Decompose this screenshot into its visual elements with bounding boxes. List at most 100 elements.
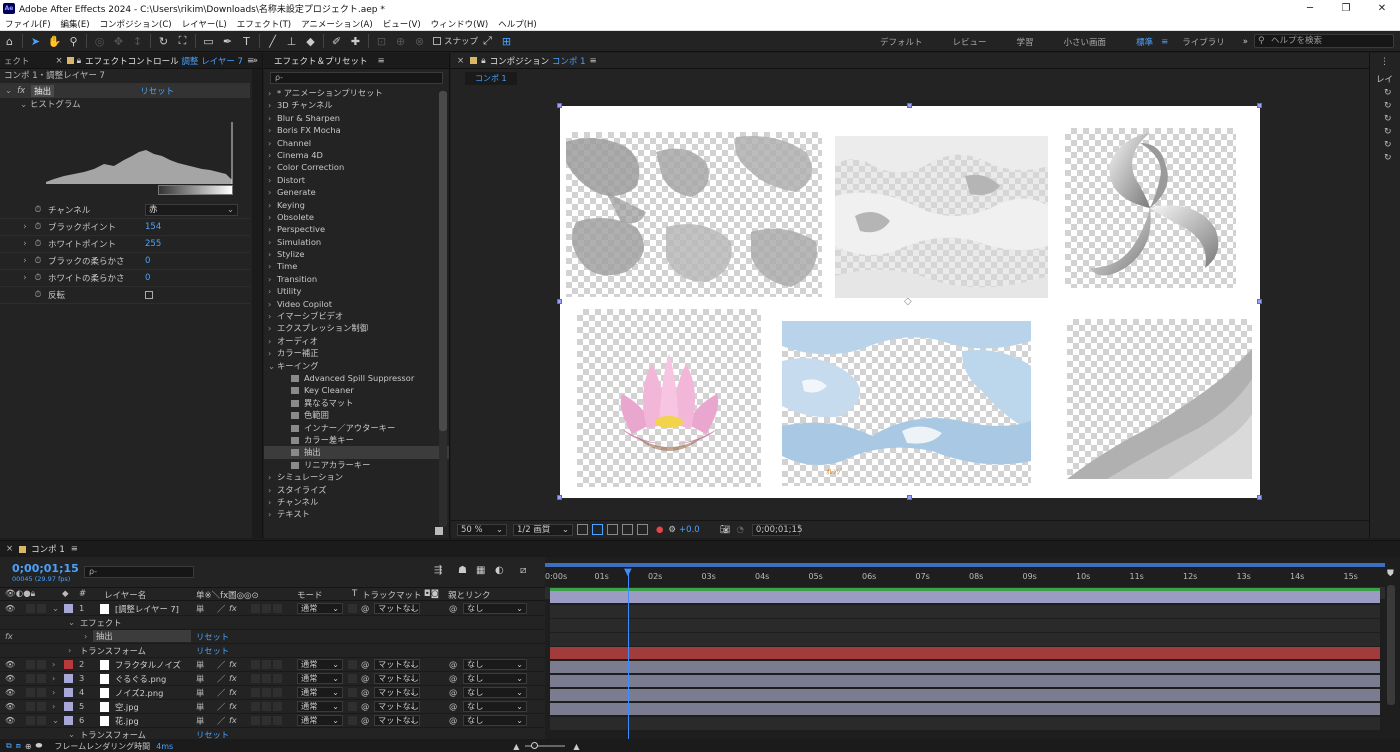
layer-swirl-image[interactable]: [1065, 128, 1236, 288]
selection-tool-icon[interactable]: ➤: [26, 32, 45, 51]
label-color-swatch[interactable]: [64, 660, 73, 669]
layer-name[interactable]: 空.jpg: [115, 701, 139, 713]
chevron-down-icon[interactable]: ⌄: [68, 617, 75, 627]
chevron-right-icon[interactable]: ›: [52, 673, 55, 683]
white-softness-value[interactable]: 0: [145, 273, 150, 283]
shy-switch-icon[interactable]: 単: [196, 603, 204, 615]
loop-icons[interactable]: ↻ ↻ ↻ ↻ ↻ ↻: [1384, 87, 1392, 165]
brush-tool-icon[interactable]: ╱: [263, 32, 282, 51]
timeline-tracks[interactable]: 0:00s 01s 02s 03s 04s 05s 06s 07s 08s 09s 10s 11s 12…: [545, 557, 1400, 752]
effects-category[interactable]: › Perspective: [268, 223, 449, 235]
shy-switch-icon[interactable]: 単: [196, 659, 204, 671]
reset-link[interactable]: リセット: [196, 631, 229, 643]
parent-pickwhip-icon[interactable]: @: [449, 673, 457, 683]
toggle-inout-icon[interactable]: ⊕: [25, 742, 32, 751]
effects-category[interactable]: › * アニメーションプリセット: [268, 87, 449, 99]
3d-switch[interactable]: [273, 660, 282, 669]
effects-category[interactable]: › テキスト: [268, 508, 449, 520]
tab-timeline-comp[interactable]: コンポ 1: [31, 543, 65, 555]
effects-category[interactable]: › カラー補正: [268, 347, 449, 359]
timeline-timecode[interactable]: 0;00;01;15: [12, 562, 79, 575]
stopwatch-icon[interactable]: ⏱︎: [32, 273, 44, 283]
effects-category[interactable]: › エクスプレッション制御: [268, 322, 449, 334]
layer-row[interactable]: 👁︎ ⌄ 1 [調整レイヤー 7] 単 ／ fx 通常 ⌄ @ マットなし ⌄ @ …: [0, 602, 545, 616]
effects-category[interactable]: › Distort: [268, 174, 449, 186]
expand-chevron-icon[interactable]: ›: [18, 222, 32, 232]
chevron-right-icon[interactable]: ›: [52, 701, 55, 711]
resolution-select[interactable]: 1/2 画質 ⌄: [513, 523, 573, 536]
timeline-end-icon[interactable]: ⛊: [1387, 569, 1394, 579]
new-folder-icon[interactable]: [435, 527, 443, 535]
layer-name[interactable]: [調整レイヤー 7]: [115, 603, 179, 615]
transform-handle[interactable]: [1257, 495, 1262, 500]
parent-select[interactable]: なし ⌄: [463, 659, 527, 670]
effects-category[interactable]: › Color Correction: [268, 161, 449, 173]
anchor-tool-icon[interactable]: ⛶: [173, 32, 192, 51]
parent-select[interactable]: なし ⌄: [463, 687, 527, 698]
workspace-learn[interactable]: 学習: [1017, 36, 1034, 48]
effect-item[interactable]: リニアカラーキー: [268, 459, 449, 471]
close-tab-icon[interactable]: ×: [6, 544, 13, 554]
motion-blur-switch[interactable]: [251, 604, 260, 613]
transform-handle[interactable]: [557, 495, 562, 500]
motion-blur-switch[interactable]: [251, 716, 260, 725]
eye-icon[interactable]: 👁︎: [5, 716, 15, 725]
layer-row[interactable]: 👁︎ › 4 ノイズ2.png 単 ／ fx 通常 ⌄ @ マットなし ⌄ @ なし…: [0, 686, 545, 700]
effects-category[interactable]: › 3D チャンネル: [268, 99, 449, 111]
audio-toggle[interactable]: [26, 688, 35, 697]
preserve-transparency-toggle[interactable]: [348, 716, 357, 725]
fx-switch-icon[interactable]: fx: [229, 687, 237, 697]
chevron-down-icon[interactable]: ⌄: [52, 603, 59, 613]
transparency-grid-icon[interactable]: [592, 524, 603, 535]
effect-row[interactable]: fx › 抽出 リセット: [0, 630, 545, 644]
composition-viewer[interactable]: ｵﾚﾝｼﾞ ◇: [451, 89, 1369, 518]
adjustment-switch[interactable]: [262, 702, 271, 711]
parent-select[interactable]: なし ⌄: [463, 673, 527, 684]
menu-layer[interactable]: レイヤー(L): [182, 18, 227, 30]
tab-effects-left[interactable]: ェクト: [0, 55, 34, 67]
effects-category-expanded[interactable]: ⌄ キーイング: [268, 360, 449, 372]
composition-canvas[interactable]: ｵﾚﾝｼﾞ ◇: [557, 103, 1262, 500]
mode-select[interactable]: 通常 ⌄: [297, 673, 343, 684]
eraser-tool-icon[interactable]: ◆: [301, 32, 320, 51]
workspace-default[interactable]: デフォルト: [880, 36, 923, 48]
menu-effect[interactable]: エフェクト(T): [237, 18, 291, 30]
effects-category[interactable]: › Channel: [268, 137, 449, 149]
effects-category[interactable]: › Utility: [268, 285, 449, 297]
effect-extract-row[interactable]: ⌄ fx 抽出 リセット: [0, 83, 250, 98]
invert-checkbox[interactable]: [145, 291, 153, 299]
effects-category[interactable]: › Keying: [268, 199, 449, 211]
help-search-input[interactable]: ⚲ ヘルプを検索: [1254, 34, 1394, 48]
stopwatch-icon[interactable]: ⏱︎: [32, 290, 44, 300]
fx-switch-icon[interactable]: fx: [229, 715, 237, 725]
layer-flower-image[interactable]: [577, 309, 761, 487]
audio-toggle[interactable]: [26, 660, 35, 669]
anchor-point-icon[interactable]: ◇: [904, 296, 912, 307]
preserve-transparency-toggle[interactable]: [348, 688, 357, 697]
transform-handle[interactable]: [907, 103, 912, 108]
reset-link[interactable]: リセット: [140, 85, 174, 97]
fx-icon[interactable]: fx: [5, 631, 13, 641]
effects-category[interactable]: › Transition: [268, 273, 449, 285]
dolly-camera-icon[interactable]: ↕: [128, 32, 147, 51]
transform-handle[interactable]: [557, 103, 562, 108]
track-bar-layer-1[interactable]: [550, 591, 1380, 603]
timeline-scrollbar[interactable]: [1387, 585, 1395, 705]
tab-layer[interactable]: レイ: [1376, 73, 1393, 85]
axis-world-icon[interactable]: ⊕: [391, 32, 410, 51]
motion-blur-switch[interactable]: [251, 660, 260, 669]
parent-pickwhip-icon[interactable]: @: [449, 603, 457, 613]
quality-switch-icon[interactable]: ／: [217, 701, 225, 713]
toggle-switches-icon[interactable]: ⧉: [6, 741, 12, 751]
motion-blur-switch[interactable]: [251, 674, 260, 683]
effects-category[interactable]: › スタイライズ: [268, 484, 449, 496]
expand-chevron-icon[interactable]: ›: [18, 273, 32, 283]
effects-scrollbar[interactable]: [439, 91, 447, 527]
parent-select[interactable]: なし ⌄: [463, 603, 527, 614]
workspace-small-screen[interactable]: 小さい画面: [1064, 36, 1107, 48]
header-layer-name[interactable]: レイヤー名: [104, 589, 146, 601]
layer-row[interactable]: 👁︎ › 2 フラクタルノイズ 単 ／ fx 通常 ⌄ @ マットなし ⌄ @ なし…: [0, 658, 545, 672]
snap-toggle[interactable]: スナップ: [433, 35, 478, 47]
3d-switch[interactable]: [273, 702, 282, 711]
axis-local-icon[interactable]: ⊡: [372, 32, 391, 51]
